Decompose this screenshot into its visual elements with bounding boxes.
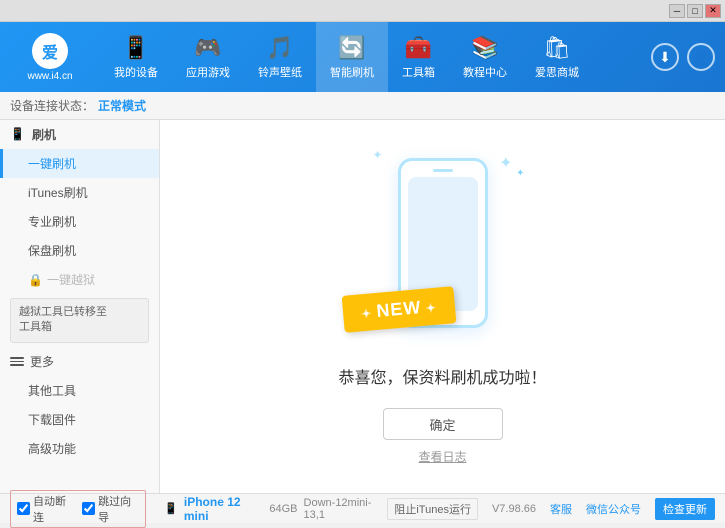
bottom-right: 阻止iTunes运行 V7.98.66 客服 微信公众号 检查更新	[387, 498, 715, 520]
menu-icon	[10, 357, 24, 366]
update-button[interactable]: 检查更新	[655, 498, 715, 520]
nav-items: 📱 我的设备 🎮 应用游戏 🎵 铃声壁纸 🔄 智能刷机 🧰 工具箱 📚 教程中心…	[100, 22, 641, 92]
skip-guide-checkbox-item[interactable]: 跳过向导	[82, 493, 139, 525]
nav-smart-shop[interactable]: 🔄 智能刷机	[316, 22, 388, 92]
support-link[interactable]: 客服	[550, 501, 572, 517]
user-button[interactable]: 👤	[687, 43, 715, 71]
sparkle-icon-3: ✦	[373, 148, 383, 162]
sidebar-more-label: 更多	[30, 353, 54, 370]
sidebar-jailbreak-note: 越狱工具已转移至工具箱	[10, 298, 149, 343]
logo-area: 爱 www.i4.cn	[0, 33, 100, 82]
nav-think-shop[interactable]: 🛍 爱思商城	[521, 22, 593, 92]
nav-tutorial-label: 教程中心	[463, 64, 507, 80]
ringtones-icon: 🎵	[266, 35, 293, 61]
nav-my-device[interactable]: 📱 我的设备	[100, 22, 172, 92]
status-bar: 设备连接状态： 正常模式	[0, 92, 725, 120]
sparkle-icon-2: ✦	[516, 168, 524, 179]
wechat-link[interactable]: 微信公众号	[586, 501, 641, 517]
tutorial-icon: 📚	[471, 35, 498, 61]
lock-icon: 🔒	[28, 273, 43, 287]
sidebar-flash-label: 刷机	[32, 126, 56, 143]
sidebar-item-pro-flash[interactable]: 专业刷机	[0, 207, 159, 236]
bottom-bar: 自动断连 跳过向导 📱 iPhone 12 mini 64GB Down-12m…	[0, 493, 725, 523]
think-shop-icon: 🛍	[543, 35, 571, 61]
sidebar-section-more: 更多	[0, 347, 159, 376]
apps-games-icon: 🎮	[194, 35, 221, 61]
nav-my-device-label: 我的设备	[114, 64, 158, 80]
skip-guide-label: 跳过向导	[98, 493, 139, 525]
nav-right-actions: ⬇ 👤	[641, 43, 725, 71]
nav-tutorial[interactable]: 📚 教程中心	[449, 22, 521, 92]
top-nav: 爱 www.i4.cn 📱 我的设备 🎮 应用游戏 🎵 铃声壁纸 🔄 智能刷机 …	[0, 22, 725, 92]
status-value: 正常模式	[98, 97, 146, 114]
sidebar-section-flash: 📱 刷机	[0, 120, 159, 149]
auto-connect-checkbox[interactable]	[17, 502, 30, 515]
sidebar-item-other-tools[interactable]: 其他工具	[0, 376, 159, 405]
device-storage: 64GB	[269, 503, 297, 515]
minimize-button[interactable]: ─	[669, 4, 685, 18]
sidebar-item-one-click-flash[interactable]: 一键刷机	[0, 149, 159, 178]
nav-apps-games-label: 应用游戏	[186, 64, 230, 80]
success-message: 恭喜您，保资料刷机成功啦！	[338, 364, 546, 388]
download-button[interactable]: ⬇	[651, 43, 679, 71]
sidebar-item-download-firmware[interactable]: 下载固件	[0, 405, 159, 434]
sidebar-jailbreak-disabled: 🔒 一键越狱	[0, 265, 159, 294]
nav-apps-games[interactable]: 🎮 应用游戏	[172, 22, 244, 92]
device-info: 📱 iPhone 12 mini 64GB Down-12mini-13,1	[164, 495, 387, 523]
device-name: iPhone 12 mini	[184, 495, 264, 523]
auto-connect-label: 自动断连	[33, 493, 74, 525]
version-label: V7.98.66	[492, 503, 536, 515]
sidebar: 📱 刷机 一键刷机 iTunes刷机 专业刷机 保盘刷机 🔒 一键越狱 越狱工具…	[0, 120, 160, 493]
auto-connect-checkbox-item[interactable]: 自动断连	[17, 493, 74, 525]
logo-icon: 爱	[32, 33, 68, 69]
nav-smart-shop-label: 智能刷机	[330, 64, 374, 80]
smart-shop-icon: 🔄	[338, 35, 365, 61]
title-bar: ─ □ ✕	[0, 0, 725, 22]
main-content: 📱 刷机 一键刷机 iTunes刷机 专业刷机 保盘刷机 🔒 一键越狱 越狱工具…	[0, 120, 725, 493]
nav-ringtones[interactable]: 🎵 铃声壁纸	[244, 22, 316, 92]
my-device-icon: 📱	[122, 35, 149, 61]
toolbox-icon: 🧰	[405, 35, 432, 61]
flash-icon: 📱	[10, 127, 26, 143]
nav-think-shop-label: 爱思商城	[535, 64, 579, 80]
maximize-button[interactable]: □	[687, 4, 703, 18]
status-label: 设备连接状态：	[10, 97, 94, 114]
bottom-left: 自动断连 跳过向导 📱 iPhone 12 mini 64GB Down-12m…	[10, 490, 387, 528]
sidebar-item-advanced[interactable]: 高级功能	[0, 434, 159, 463]
sparkle-icon-1: ✦	[499, 153, 512, 173]
nav-ringtones-label: 铃声壁纸	[258, 64, 302, 80]
confirm-button[interactable]: 确定	[383, 408, 503, 440]
phone-speaker	[433, 169, 453, 172]
sidebar-item-preserve-flash[interactable]: 保盘刷机	[0, 236, 159, 265]
view-log-link[interactable]: 查看日志	[418, 448, 466, 465]
nav-toolbox-label: 工具箱	[402, 64, 435, 80]
device-phone-icon: 📱	[164, 502, 178, 515]
close-button[interactable]: ✕	[705, 4, 721, 18]
skip-guide-checkbox[interactable]	[82, 502, 95, 515]
itunes-bar[interactable]: 阻止iTunes运行	[387, 498, 478, 520]
nav-toolbox[interactable]: 🧰 工具箱	[388, 22, 449, 92]
device-firmware: Down-12mini-13,1	[304, 497, 388, 521]
logo-url: www.i4.cn	[27, 71, 72, 82]
right-content: ✦ ✦ ✦ NEW 恭喜您，保资料刷机成功啦！ 确定 查看日志	[160, 120, 725, 493]
sidebar-item-itunes-flash[interactable]: iTunes刷机	[0, 178, 159, 207]
phone-illustration: ✦ ✦ ✦ NEW	[353, 148, 533, 348]
